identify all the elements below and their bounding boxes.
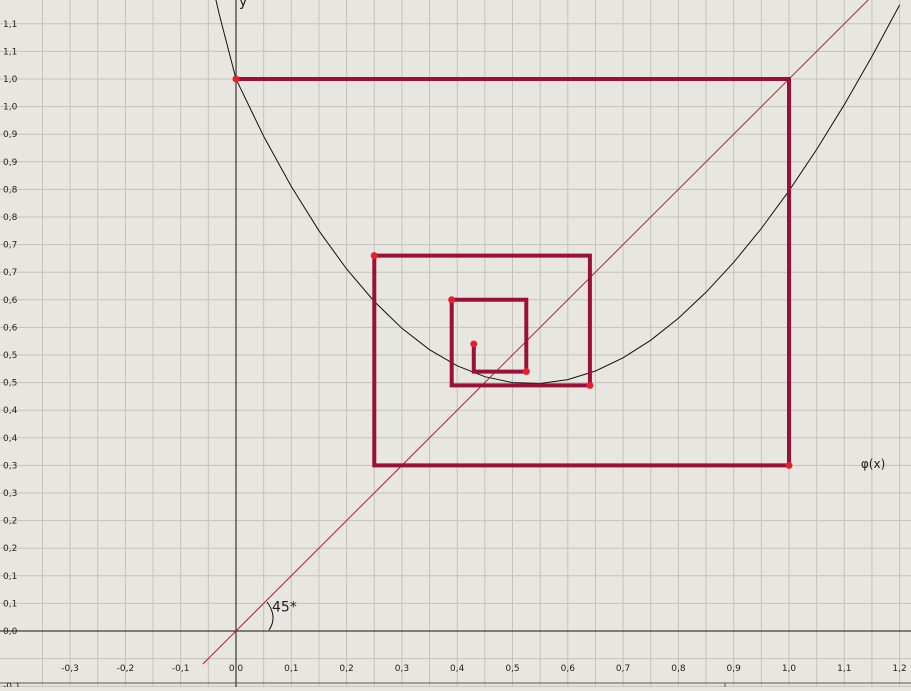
y-tick-label: 0,0 [3,627,18,637]
y-tick-label: 0,9 [3,130,18,140]
x-tick-label: 0,3 [395,664,409,674]
x-tick-label: -0,3 [61,664,79,674]
y-tick-label: 1,1 [3,47,17,57]
y-tick-label: 0,6 [3,323,18,333]
iteration-point [522,368,530,376]
cobweb-chart: -0,3 -0,2 -0,1 0,0 0,1 0,2 0,3 0,4 0,5 0,6 0,7 0,8 0… [0,0,911,691]
y-tick-label: 0,2 [3,544,17,554]
y-tick-label: 1,1 [3,20,17,30]
iteration-point [785,461,793,469]
iteration-point [470,340,478,348]
y-tick-label: 0,4 [3,406,18,416]
x-tick-label: 0,5 [505,664,519,674]
x-tick-label: 0,9 [727,664,742,674]
x-tick-label: 0,1 [284,664,298,674]
y-tick-label: 0,5 [3,351,17,361]
x-tick-label: 1,1 [837,664,851,674]
y-tick-label: 0,7 [3,241,17,251]
x-tick-label: 0,8 [671,664,686,674]
x-tick-label: 0,2 [339,664,353,674]
x-tick-label: 0,0 [229,664,244,674]
x-tick-label: -0,2 [117,664,135,674]
y-tick-label: 1,0 [3,103,18,113]
y-tick-label: 0,1 [3,599,17,609]
y-tick-label: 0,3 [3,461,17,471]
y-tick-label: 0,4 [3,434,18,444]
y-axis-label: y [239,0,247,10]
y-tick-label: 0,2 [3,517,17,527]
y-tick-label: -0,1 [3,682,21,687]
y-tick-label: 0,1 [3,572,17,582]
iteration-point [232,75,240,83]
y-tick-label: 0,9 [3,158,18,168]
y-tick-label: 0,5 [3,379,17,389]
plot-area: -0,3 -0,2 -0,1 0,0 0,1 0,2 0,3 0,4 0,5 0,6 0,7 0,8 0… [0,0,911,691]
y-tick-label: 0,6 [3,296,18,306]
curve-label-phi: φ(x) [861,457,885,471]
x-tick-label: 1,0 [782,664,797,674]
plot-background [0,0,911,687]
iteration-point [448,296,456,304]
x-tick-label: 1,2 [892,664,906,674]
x-tick-label: -0,1 [172,664,190,674]
iteration-point [370,252,378,260]
x-tick-label: 0,7 [616,664,630,674]
y-tick-label: 0,8 [3,185,18,195]
y-tick-label: 0,8 [3,213,18,223]
angle-label: 45* [272,600,297,616]
x-tick-label: 0,6 [561,664,576,674]
x-tick-label: 0,4 [450,664,465,674]
y-tick-label: 1,0 [3,75,18,85]
y-tick-label: 0,3 [3,489,17,499]
iteration-point [586,381,594,389]
y-tick-label: 0,7 [3,268,17,278]
